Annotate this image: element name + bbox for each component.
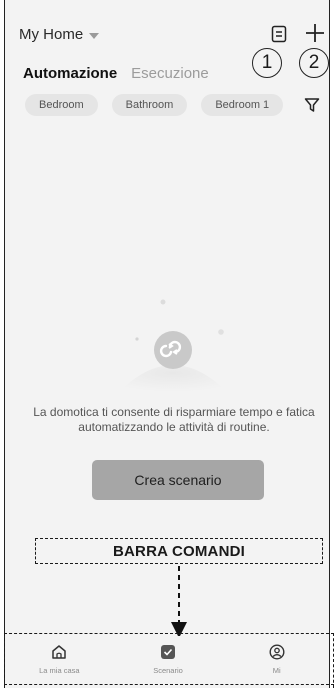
tabbar-item-scenario[interactable]: Scenario — [114, 636, 223, 688]
tabbar-label-mi: Mi — [272, 666, 281, 675]
arrow-down-icon — [171, 566, 187, 638]
callout-2: 2 — [299, 48, 329, 78]
chip-bathroom[interactable]: Bathroom — [111, 94, 188, 116]
bottom-tab-bar: La mia casa Scenario Mi — [5, 636, 329, 688]
tab-automazione[interactable]: Automazione — [23, 65, 117, 82]
chip-bedroom[interactable]: Bedroom — [25, 94, 98, 116]
tab-esecuzione[interactable]: Esecuzione — [131, 65, 209, 82]
filter-icon[interactable] — [304, 97, 320, 113]
automation-illustration-icon — [119, 299, 227, 392]
command-bar-annotation: BARRA COMANDI — [35, 538, 323, 564]
app-screen: My Home 1 2 Automazione Esecuzione Bedro… — [4, 0, 330, 688]
scenario-icon — [161, 645, 175, 659]
empty-state-text: La domotica ti consente di risparmiare t… — [33, 405, 315, 434]
tabbar-annotation-bottom — [4, 684, 334, 685]
room-filter-chips: Bedroom Bathroom Bedroom 1 — [25, 94, 284, 116]
tab-bar: Automazione Esecuzione — [23, 65, 209, 82]
home-selector[interactable]: My Home — [19, 26, 100, 43]
add-icon[interactable] — [305, 22, 325, 44]
callout-1: 1 — [252, 48, 282, 78]
tabbar-label-home: La mia casa — [39, 666, 80, 675]
chip-bedroom-1[interactable]: Bedroom 1 — [201, 94, 284, 116]
create-scenario-button[interactable]: Crea scenario — [92, 460, 264, 500]
home-icon — [52, 645, 67, 659]
log-icon[interactable] — [271, 25, 287, 43]
chevron-down-icon — [89, 32, 100, 39]
profile-icon — [269, 644, 285, 660]
tabbar-item-mi[interactable]: Mi — [222, 636, 329, 688]
home-title: My Home — [19, 26, 84, 43]
tabbar-item-home[interactable]: La mia casa — [5, 636, 114, 688]
tabbar-label-scenario: Scenario — [153, 666, 183, 675]
